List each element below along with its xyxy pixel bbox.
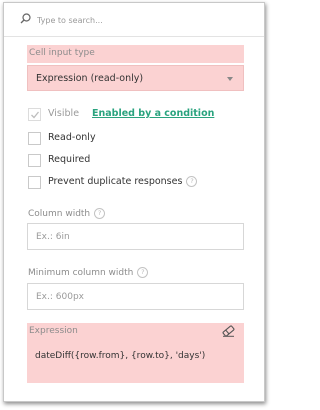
checkmark-icon — [31, 111, 40, 119]
column-width-label: Column width — [28, 209, 91, 219]
help-icon[interactable]: ? — [186, 176, 198, 187]
required-checkbox[interactable] — [28, 154, 41, 167]
expression-value: dateDiff({row.from}, {row.to}, 'days') — [35, 351, 206, 361]
properties-panel: Cell input type Expression (read-only) V… — [3, 2, 265, 402]
help-icon[interactable]: ? — [137, 267, 149, 278]
read-only-checkbox[interactable] — [28, 132, 41, 145]
cell-input-type-select[interactable]: Expression (read-only) — [27, 65, 244, 91]
search-icon — [20, 13, 31, 24]
required-label: Required — [48, 154, 91, 165]
search-input[interactable] — [37, 12, 247, 28]
prevent-duplicates-label-wrap: Prevent duplicate responses? — [48, 176, 198, 187]
help-icon[interactable]: ? — [94, 208, 106, 219]
column-width-input[interactable] — [27, 223, 244, 250]
visible-label: Visible — [48, 108, 80, 119]
min-column-width-label: Minimum column width — [28, 268, 134, 278]
min-column-width-label-wrap: Minimum column width? — [28, 267, 149, 278]
cell-input-type-label: Cell input type — [29, 48, 95, 58]
visible-checkbox — [28, 108, 41, 121]
min-column-width-input[interactable] — [27, 283, 244, 310]
search-bar — [4, 3, 264, 37]
chevron-down-icon — [227, 77, 233, 81]
prevent-duplicates-checkbox[interactable] — [28, 176, 41, 189]
cell-input-type-value: Expression (read-only) — [36, 73, 144, 84]
expression-editor[interactable]: dateDiff({row.from}, {row.to}, 'days') — [27, 341, 244, 383]
read-only-label: Read-only — [48, 132, 96, 143]
eraser-icon[interactable] — [222, 325, 235, 337]
prevent-duplicates-label: Prevent duplicate responses — [48, 176, 183, 187]
expression-label: Expression — [29, 326, 78, 336]
column-width-label-wrap: Column width? — [28, 208, 106, 219]
enabled-by-condition-link[interactable]: Enabled by a condition — [92, 108, 214, 119]
